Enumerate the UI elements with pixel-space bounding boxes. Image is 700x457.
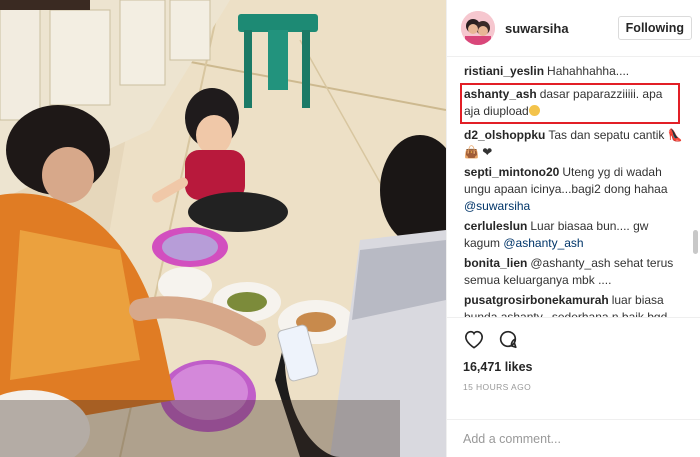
avatar-icon xyxy=(461,11,495,45)
instagram-post: suwarsiha Following ristiani_yeslin Hahah… xyxy=(0,0,700,457)
comment-item: pusatgrosirbonekamurah luar biasa bunda a… xyxy=(464,292,684,317)
comment-username[interactable]: cerluleslun xyxy=(464,219,527,233)
comment-mention[interactable]: @ashanty_ash xyxy=(503,236,583,250)
emoji-icon xyxy=(528,105,540,116)
comment-item: ristiani_yeslin Hahahhahha.... xyxy=(464,63,684,80)
add-comment-input[interactable] xyxy=(463,431,684,446)
post-actions: 16,471 likes 15 HOURS AGO xyxy=(447,317,700,419)
following-button[interactable]: Following xyxy=(617,16,692,40)
post-header: suwarsiha Following xyxy=(447,0,700,57)
comment-item: bonita_lien @ashanty_ash sehat terus semu… xyxy=(464,255,684,289)
comments-scrollbar[interactable] xyxy=(693,230,698,254)
comment-username[interactable]: septi_mintono20 xyxy=(464,165,559,179)
comments-list[interactable]: ristiani_yeslin Hahahhahha.... ashanty_ash… xyxy=(447,57,700,317)
comment-item: d2_olshoppku Tas dan sepatu cantik 👠👜 ❤ xyxy=(464,127,684,161)
comment-item: ashanty_ash dasar paparazziiiii. apa aja … xyxy=(460,83,680,124)
post-sidebar: suwarsiha Following ristiani_yeslin Hahah… xyxy=(446,0,700,457)
likes-count[interactable]: 16,471 likes xyxy=(463,360,684,374)
comment-username[interactable]: ashanty_ash xyxy=(464,87,537,101)
family-meal-photo xyxy=(0,0,446,457)
profile-avatar[interactable] xyxy=(461,11,495,45)
comment-text: Hahahhahha.... xyxy=(547,64,630,78)
comment-username[interactable]: ristiani_yeslin xyxy=(464,64,544,78)
comment-icon[interactable] xyxy=(497,328,519,353)
comment-item: cerluleslun Luar biasaa bun.... gw kagum … xyxy=(464,218,684,252)
comment-username[interactable]: d2_olshoppku xyxy=(464,128,545,142)
add-comment-row xyxy=(447,419,700,457)
comment-mention[interactable]: @suwarsiha xyxy=(464,199,530,213)
comment-item: septi_mintono20 Uteng yg di wadah ungu ap… xyxy=(464,164,684,215)
post-username[interactable]: suwarsiha xyxy=(505,21,618,36)
comment-username[interactable]: bonita_lien xyxy=(464,256,527,270)
heart-icon[interactable] xyxy=(463,329,485,352)
comment-username[interactable]: pusatgrosirbonekamurah xyxy=(464,293,609,307)
post-timestamp: 15 HOURS AGO xyxy=(463,382,532,392)
post-photo[interactable] xyxy=(0,0,446,457)
